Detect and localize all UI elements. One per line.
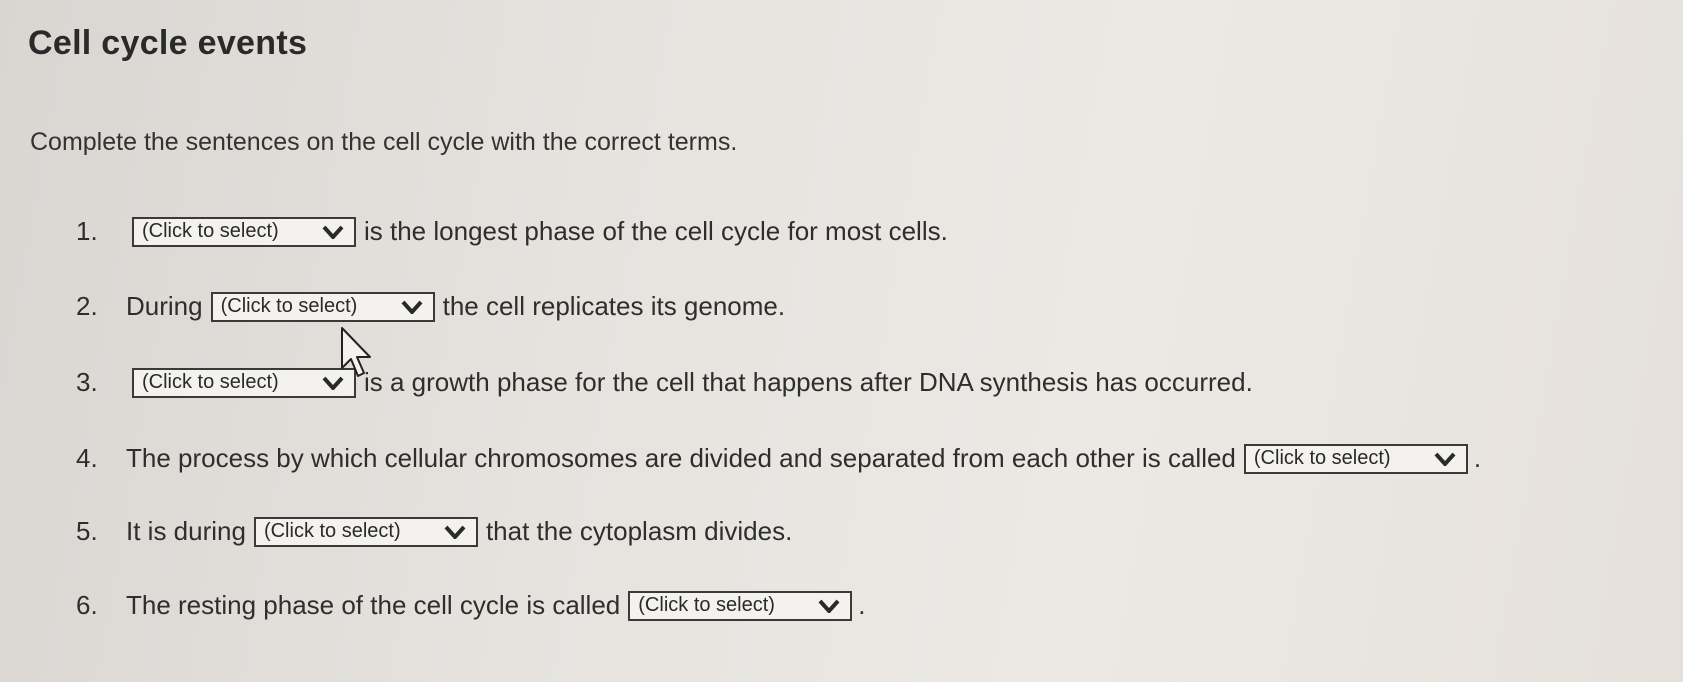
question-3-select[interactable]: (Click to select) (132, 367, 356, 398)
question-4-select[interactable]: (Click to select) (1243, 443, 1468, 474)
question-number: 6. (76, 590, 98, 620)
chevron-down-icon (1434, 452, 1456, 466)
question-text: is a growth phase for the cell that happ… (364, 367, 1253, 397)
select-label: (Click to select) (638, 594, 775, 616)
question-2: 2. During (Click to select) the cell rep… (76, 291, 793, 322)
question-1-select[interactable]: (Click to select) (132, 216, 356, 247)
question-1: 1. (Click to select) is the longest phas… (76, 216, 956, 247)
question-6-select[interactable]: (Click to select) (628, 590, 853, 621)
question-text: that the cytoplasm divides. (485, 516, 793, 546)
question-2-select[interactable]: (Click to select) (210, 291, 435, 322)
chevron-down-icon (322, 225, 344, 239)
select-label: (Click to select) (142, 220, 279, 242)
question-text: During (126, 291, 203, 321)
question-text: The process by which cellular chromosome… (126, 443, 1236, 473)
question-text: It is during (126, 516, 246, 546)
page: Cell cycle events Complete the sentences… (0, 0, 1683, 682)
question-text: is the longest phase of the cell cycle f… (364, 216, 948, 246)
question-text: . (858, 590, 866, 620)
question-number: 1. (76, 216, 98, 246)
question-number: 4. (76, 443, 98, 473)
chevron-down-icon (444, 525, 466, 539)
instructions: Complete the sentences on the cell cycle… (30, 128, 738, 156)
question-6: 6. The resting phase of the cell cycle i… (76, 590, 866, 621)
select-label: (Click to select) (263, 520, 401, 542)
question-text: . (1473, 443, 1482, 473)
question-number: 5. (76, 516, 98, 546)
question-5-select[interactable]: (Click to select) (253, 516, 478, 547)
select-label: (Click to select) (1253, 447, 1391, 469)
question-text: The resting phase of the cell cycle is c… (126, 590, 621, 620)
question-number: 2. (76, 291, 98, 321)
chevron-down-icon (401, 300, 423, 314)
select-label: (Click to select) (220, 295, 358, 317)
question-4: 4. The process by which cellular chromos… (76, 443, 1481, 474)
question-3: 3. (Click to select) is a growth phase f… (76, 367, 1261, 398)
mouse-cursor-icon (340, 326, 376, 387)
page-title: Cell cycle events (28, 24, 308, 62)
chevron-down-icon (818, 599, 840, 613)
select-label: (Click to select) (142, 371, 279, 393)
question-5: 5. It is during (Click to select) that t… (76, 516, 800, 547)
question-number: 3. (76, 367, 98, 397)
question-text: the cell replicates its genome. (442, 291, 786, 321)
